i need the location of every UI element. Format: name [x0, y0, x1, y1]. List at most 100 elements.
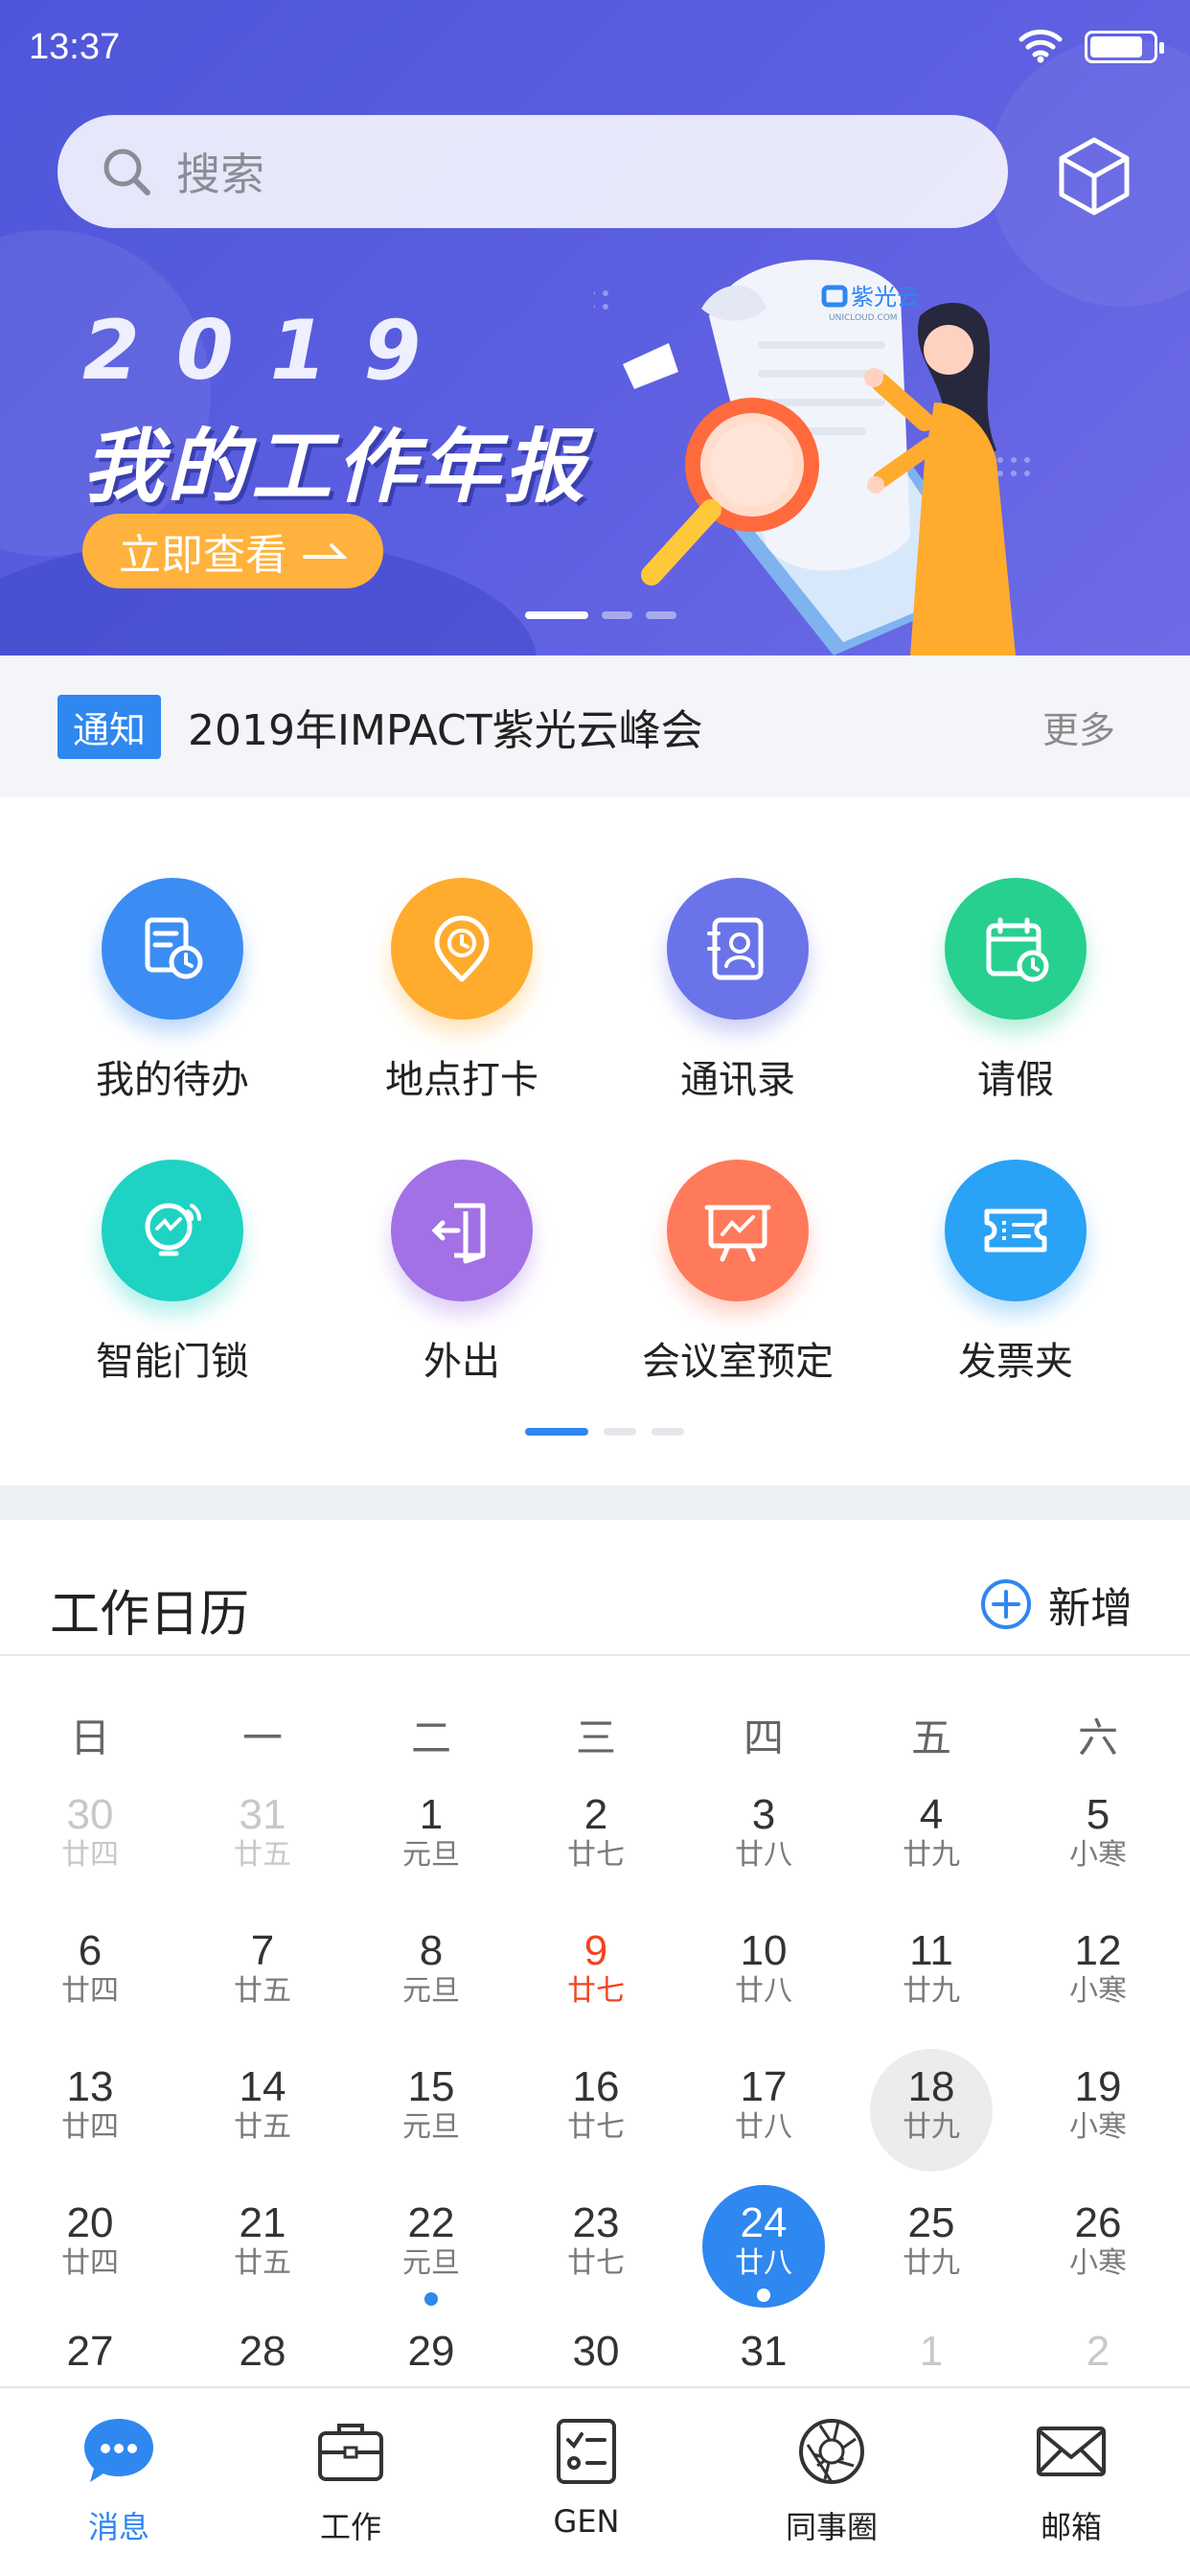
calendar-day[interactable]: 26 小寒: [1037, 2185, 1159, 2308]
day-number: 24: [740, 2199, 788, 2246]
app-checkin[interactable]: 地点打卡: [347, 878, 577, 1104]
day-lunar-date: 小寒: [1069, 2110, 1127, 2144]
page-dot[interactable]: [652, 1428, 684, 1436]
app-contacts[interactable]: 通讯录: [623, 878, 853, 1104]
apps-page-indicator: [525, 1428, 684, 1436]
app-invoice[interactable]: 发票夹: [901, 1160, 1131, 1386]
arrow-right-icon: [303, 543, 347, 559]
page-dot[interactable]: [525, 1428, 588, 1436]
tab-work[interactable]: 工作: [255, 2413, 446, 2547]
app-leave[interactable]: 请假: [901, 878, 1131, 1104]
app-go-out[interactable]: 外出: [347, 1160, 577, 1386]
app-todo[interactable]: 我的待办: [57, 878, 287, 1104]
wifi-icon: [1018, 29, 1063, 63]
calendar-day[interactable]: 14 廿五: [201, 2049, 324, 2172]
banner-page-indicator: [525, 611, 676, 619]
day-lunar-date: 廿七: [567, 1838, 625, 1872]
day-number: 22: [407, 2199, 455, 2246]
calendar-day[interactable]: 24 廿八: [702, 2185, 825, 2308]
day-lunar-date: 廿四: [61, 1974, 119, 2008]
hero-banner: 13:37 搜索 2019 我的工作年报 立即查看 紫光云 UNICLOUD.C…: [0, 0, 1190, 656]
weekday-label: 三: [575, 1714, 616, 1761]
view-now-button[interactable]: 立即查看: [82, 514, 383, 588]
app-label: 发票夹: [958, 1340, 1073, 1384]
calendar-header: 工作日历 新增: [0, 1520, 1190, 1656]
section-divider: [0, 1485, 1190, 1520]
calendar-day[interactable]: 10 廿八: [702, 1913, 825, 2036]
calendar-day[interactable]: 3 廿八: [702, 1777, 825, 1899]
calendar-day[interactable]: 4 廿九: [870, 1777, 993, 1899]
calendar-day[interactable]: 30 廿四: [29, 1777, 151, 1899]
calendar-day[interactable]: 6 廿四: [29, 1913, 151, 2036]
calendar-day[interactable]: 25 廿九: [870, 2185, 993, 2308]
tab-mailbox[interactable]: 邮箱: [975, 2413, 1167, 2547]
calendar-day[interactable]: 23 廿七: [535, 2185, 657, 2308]
calendar-day[interactable]: 8 元旦: [370, 1913, 492, 2036]
day-number: 29: [407, 2328, 455, 2375]
day-number: 2: [1086, 2328, 1110, 2375]
calendar-day[interactable]: 31 廿五: [201, 1777, 324, 1899]
contacts-icon: [667, 878, 809, 1020]
calendar-day[interactable]: 17 廿八: [702, 2049, 825, 2172]
day-lunar-date: 廿五: [234, 2246, 291, 2280]
report-illustration: 紫光云 UNICLOUD.COM: [594, 260, 1030, 656]
app-smart-lock[interactable]: 智能门锁: [57, 1160, 287, 1386]
day-number: 28: [239, 2328, 286, 2375]
calendar-day[interactable]: 9 廿七: [535, 1913, 657, 2036]
day-lunar-date: 廿九: [903, 1838, 960, 1872]
search-bar[interactable]: 搜索: [57, 115, 1008, 228]
calendar-day[interactable]: 22 元旦: [370, 2185, 492, 2308]
day-number: 3: [751, 1791, 776, 1838]
todo-icon: [102, 878, 243, 1020]
calendar-day[interactable]: 5 小寒: [1037, 1777, 1159, 1899]
weekday-label: 日: [69, 1714, 110, 1761]
page-dot[interactable]: [646, 611, 676, 619]
status-time: 13:37: [29, 27, 121, 67]
calendar-day[interactable]: 12 小寒: [1037, 1913, 1159, 2036]
day-number: 18: [907, 2063, 955, 2110]
calendar-day[interactable]: 1 元旦: [370, 1777, 492, 1899]
app-label: 外出: [423, 1340, 500, 1384]
notice-bar[interactable]: 通知 2019年IMPACT紫光云峰会 更多: [0, 656, 1190, 797]
day-lunar-date: 廿七: [567, 2110, 625, 2144]
app-meeting-room[interactable]: 会议室预定: [623, 1160, 853, 1386]
day-lunar-date: 廿五: [234, 2110, 291, 2144]
day-number: 25: [907, 2199, 955, 2246]
day-number: 19: [1074, 2063, 1122, 2110]
day-number: 9: [584, 1927, 608, 1974]
day-number: 13: [66, 2063, 114, 2110]
day-lunar-date: 廿四: [61, 2246, 119, 2280]
day-lunar-date: 廿八: [735, 1838, 792, 1872]
calendar-day[interactable]: 16 廿七: [535, 2049, 657, 2172]
calendar-day[interactable]: 20 廿四: [29, 2185, 151, 2308]
page-dot[interactable]: [525, 611, 588, 619]
calendar-day[interactable]: 15 元旦: [370, 2049, 492, 2172]
notice-text[interactable]: 2019年IMPACT紫光云峰会: [188, 696, 703, 757]
calendar-day[interactable]: 19 小寒: [1037, 2049, 1159, 2172]
cube-icon[interactable]: [1052, 134, 1136, 218]
tab-label: 工作: [319, 2509, 381, 2545]
calendar-day[interactable]: 21 廿五: [201, 2185, 324, 2308]
calendar-day[interactable]: 11 廿九: [870, 1913, 993, 2036]
notice-more-link[interactable]: 更多: [1042, 701, 1115, 753]
calendar-day[interactable]: 7 廿五: [201, 1913, 324, 2036]
tab-messages[interactable]: 消息: [23, 2413, 215, 2547]
add-event-button[interactable]: 新增: [979, 1574, 1133, 1635]
aperture-icon: [799, 2419, 864, 2484]
calendar-day[interactable]: 2 廿七: [535, 1777, 657, 1899]
app-label: 会议室预定: [642, 1340, 834, 1384]
day-lunar-date: 廿五: [234, 1838, 291, 1872]
day-number: 14: [239, 2063, 286, 2110]
app-label: 地点打卡: [385, 1058, 538, 1102]
day-lunar-date: 元旦: [402, 1974, 460, 2008]
day-number: 30: [66, 1791, 114, 1838]
day-number: 5: [1086, 1791, 1110, 1838]
day-number: 31: [239, 1791, 286, 1838]
calendar-day[interactable]: 18 廿九: [870, 2049, 993, 2172]
calendar-day[interactable]: 13 廿四: [29, 2049, 151, 2172]
tab-gen[interactable]: GEN: [491, 2413, 682, 2540]
page-dot[interactable]: [602, 611, 632, 619]
page-dot[interactable]: [604, 1428, 636, 1436]
search-placeholder: 搜索: [176, 149, 264, 200]
tab-colleagues[interactable]: 同事圈: [736, 2413, 927, 2547]
